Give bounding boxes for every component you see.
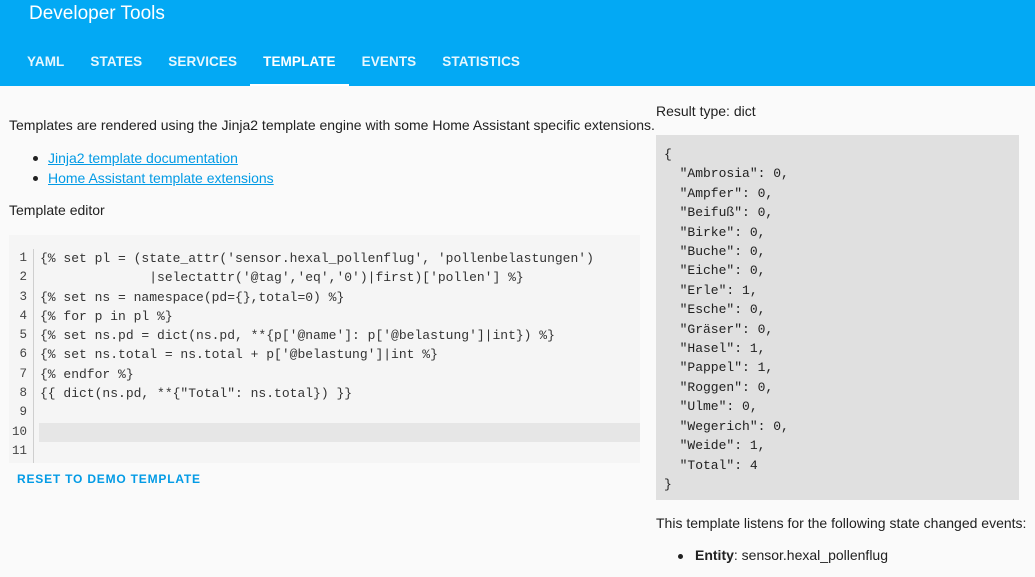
list-item: Entity: sensor.hexal_pollenflug <box>676 547 888 563</box>
doc-links: Jinja2 template documentation Home Assis… <box>30 148 274 188</box>
line-number: 6 <box>19 347 27 362</box>
code-line[interactable]: {% set pl = (state_attr('sensor.hexal_po… <box>39 249 640 268</box>
line-number: 8 <box>19 386 27 401</box>
code-line[interactable]: {% endfor %} <box>39 365 640 384</box>
intro-text: Templates are rendered using the Jinja2 … <box>9 117 655 133</box>
line-number: 10 <box>11 424 27 439</box>
line-number: 3 <box>19 289 27 304</box>
page-title: Developer Tools <box>29 3 165 24</box>
editor-label: Template editor <box>9 202 105 218</box>
line-number: 5 <box>19 328 27 343</box>
tab-services[interactable]: SERVICES <box>155 38 250 86</box>
code-line[interactable]: {% set ns.pd = dict(ns.pd, **{p['@name']… <box>39 326 640 345</box>
line-number: 1 <box>19 251 27 265</box>
code-line[interactable]: {% for p in pl %} <box>39 307 640 326</box>
code-line[interactable] <box>39 403 640 422</box>
template-editor[interactable]: 1 2 3 4 5 6 7 8 9 10 11 {% set pl = (sta… <box>9 235 640 463</box>
line-number: 9 <box>19 405 27 420</box>
active-code-line[interactable] <box>39 422 640 442</box>
code-line[interactable]: |selectattr('@tag','eq','0')|first)['pol… <box>39 268 640 287</box>
code-area[interactable]: {% set pl = (state_attr('sensor.hexal_po… <box>39 249 640 461</box>
tab-states[interactable]: STATES <box>77 38 155 86</box>
line-number: 2 <box>19 270 27 285</box>
result-type-label: Result type: dict <box>656 103 756 119</box>
tab-template[interactable]: TEMPLATE <box>250 38 349 86</box>
listeners-description: This template listens for the following … <box>656 515 1027 531</box>
list-item: Jinja2 template documentation <box>30 148 274 168</box>
tab-bar: YAML STATES SERVICES TEMPLATE EVENTS STA… <box>14 38 533 86</box>
line-number: 7 <box>19 366 27 381</box>
tab-events[interactable]: EVENTS <box>349 38 430 86</box>
reset-demo-template-button[interactable]: RESET TO DEMO TEMPLATE <box>17 472 201 486</box>
line-number: 11 <box>11 443 27 458</box>
result-output: { "Ambrosia": 0, "Ampfer": 0, "Beifuß": … <box>664 147 789 492</box>
entity-id: : sensor.hexal_pollenflug <box>733 547 888 563</box>
code-line[interactable]: {% set ns = namespace(pd={},total=0) %} <box>39 288 640 307</box>
line-number: 4 <box>19 308 27 323</box>
entity-label: Entity <box>695 547 734 563</box>
tab-yaml[interactable]: YAML <box>14 38 77 86</box>
ha-template-extensions-link[interactable]: Home Assistant template extensions <box>48 170 274 186</box>
list-item: Home Assistant template extensions <box>30 168 274 188</box>
line-number-gutter: 1 2 3 4 5 6 7 8 9 10 11 <box>9 249 34 463</box>
code-line[interactable]: {% set ns.total = ns.total + p['@belastu… <box>39 345 640 364</box>
jinja2-docs-link[interactable]: Jinja2 template documentation <box>48 150 238 166</box>
code-line[interactable] <box>39 442 640 461</box>
result-output-panel: { "Ambrosia": 0, "Ampfer": 0, "Beifuß": … <box>656 135 1019 500</box>
app-header: Developer Tools YAML STATES SERVICES TEM… <box>0 0 1035 86</box>
listened-entities: Entity: sensor.hexal_pollenflug <box>676 547 888 563</box>
code-line[interactable]: {{ dict(ns.pd, **{"Total": ns.total}) }} <box>39 384 640 403</box>
tab-statistics[interactable]: STATISTICS <box>429 38 533 86</box>
